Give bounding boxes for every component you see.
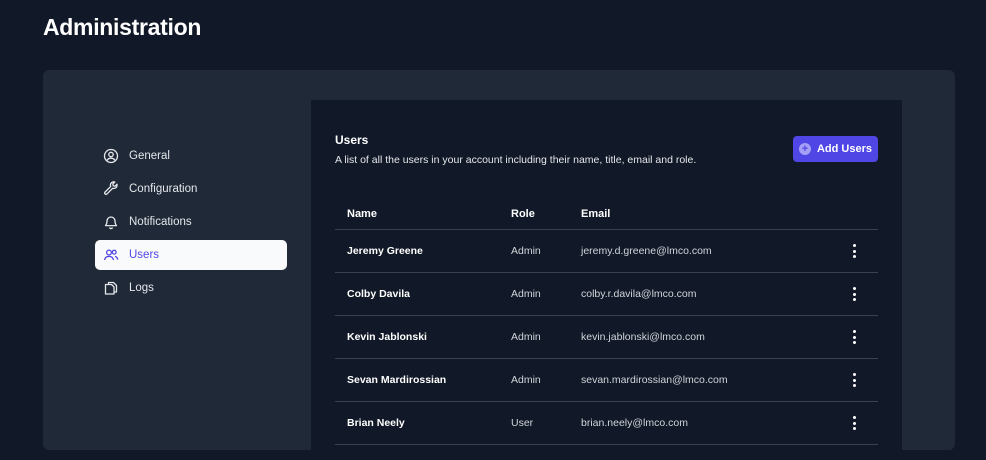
sidebar-item-label: Configuration [129, 183, 198, 195]
sidebar-item-label: Users [129, 249, 160, 261]
more-options-icon[interactable] [849, 372, 861, 388]
table-row: Sevan Mardirossian Admin sevan.mardiross… [335, 359, 878, 402]
user-name: Sevan Mardirossian [347, 374, 447, 386]
user-email: colby.r.davila@lmco.com [581, 288, 697, 300]
user-role: User [511, 417, 534, 429]
documents-icon [102, 279, 120, 297]
table-row: Brian Neely User brian.neely@lmco.com [335, 402, 878, 445]
plus-circle-icon: + [798, 143, 811, 155]
user-email: jeremy.d.greene@lmco.com [581, 245, 712, 257]
users-icon [102, 246, 120, 264]
admin-card: General Configuration Notifications User… [43, 70, 955, 460]
more-options-icon[interactable] [849, 415, 861, 431]
users-panel-description: A list of all the users in your account … [335, 154, 697, 166]
user-email: brian.neely@lmco.com [581, 417, 688, 429]
sidebar-item-notifications[interactable]: Notifications [95, 207, 287, 237]
bell-icon [102, 213, 120, 231]
users-panel: Users A list of all the users in your ac… [311, 100, 902, 460]
user-email: kevin.jablonski@lmco.com [581, 331, 705, 343]
add-users-button[interactable]: + Add Users [793, 136, 878, 162]
user-role: Admin [511, 288, 541, 300]
sidebar-item-label: General [129, 150, 170, 162]
sidebar-nav: General Configuration Notifications User… [95, 141, 287, 306]
user-role: Admin [511, 374, 541, 386]
user-role: Admin [511, 245, 541, 257]
user-name: Kevin Jablonski [347, 331, 427, 343]
sidebar-item-configuration[interactable]: Configuration [95, 174, 287, 204]
column-header-email: Email [581, 207, 611, 220]
user-name: Brian Neely [347, 417, 405, 429]
page-title: Administration [43, 14, 202, 40]
column-header-name: Name [347, 207, 377, 220]
more-options-icon[interactable] [849, 286, 861, 302]
column-header-role: Role [511, 207, 535, 220]
sidebar-item-general[interactable]: General [95, 141, 287, 171]
table-row: Colby Davila Admin colby.r.davila@lmco.c… [335, 273, 878, 316]
wrench-icon [102, 180, 120, 198]
user-role: Admin [511, 331, 541, 343]
more-options-icon[interactable] [849, 329, 861, 345]
users-table: Name Role Email Jeremy Greene Admin jere… [335, 198, 878, 445]
user-name: Jeremy Greene [347, 245, 423, 257]
sidebar-item-logs[interactable]: Logs [95, 273, 287, 303]
sidebar-item-users[interactable]: Users [95, 240, 287, 270]
sidebar-item-label: Logs [129, 282, 154, 294]
table-header: Name Role Email [335, 198, 878, 230]
more-options-icon[interactable] [849, 243, 861, 259]
table-row: Kevin Jablonski Admin kevin.jablonski@lm… [335, 316, 878, 359]
user-email: sevan.mardirossian@lmco.com [581, 374, 728, 386]
sidebar-item-label: Notifications [129, 216, 192, 228]
table-row: Jeremy Greene Admin jeremy.d.greene@lmco… [335, 230, 878, 273]
user-name: Colby Davila [347, 288, 411, 300]
users-panel-title: Users [335, 133, 369, 147]
add-users-button-label: Add Users [816, 143, 873, 155]
user-circle-icon [102, 147, 120, 165]
